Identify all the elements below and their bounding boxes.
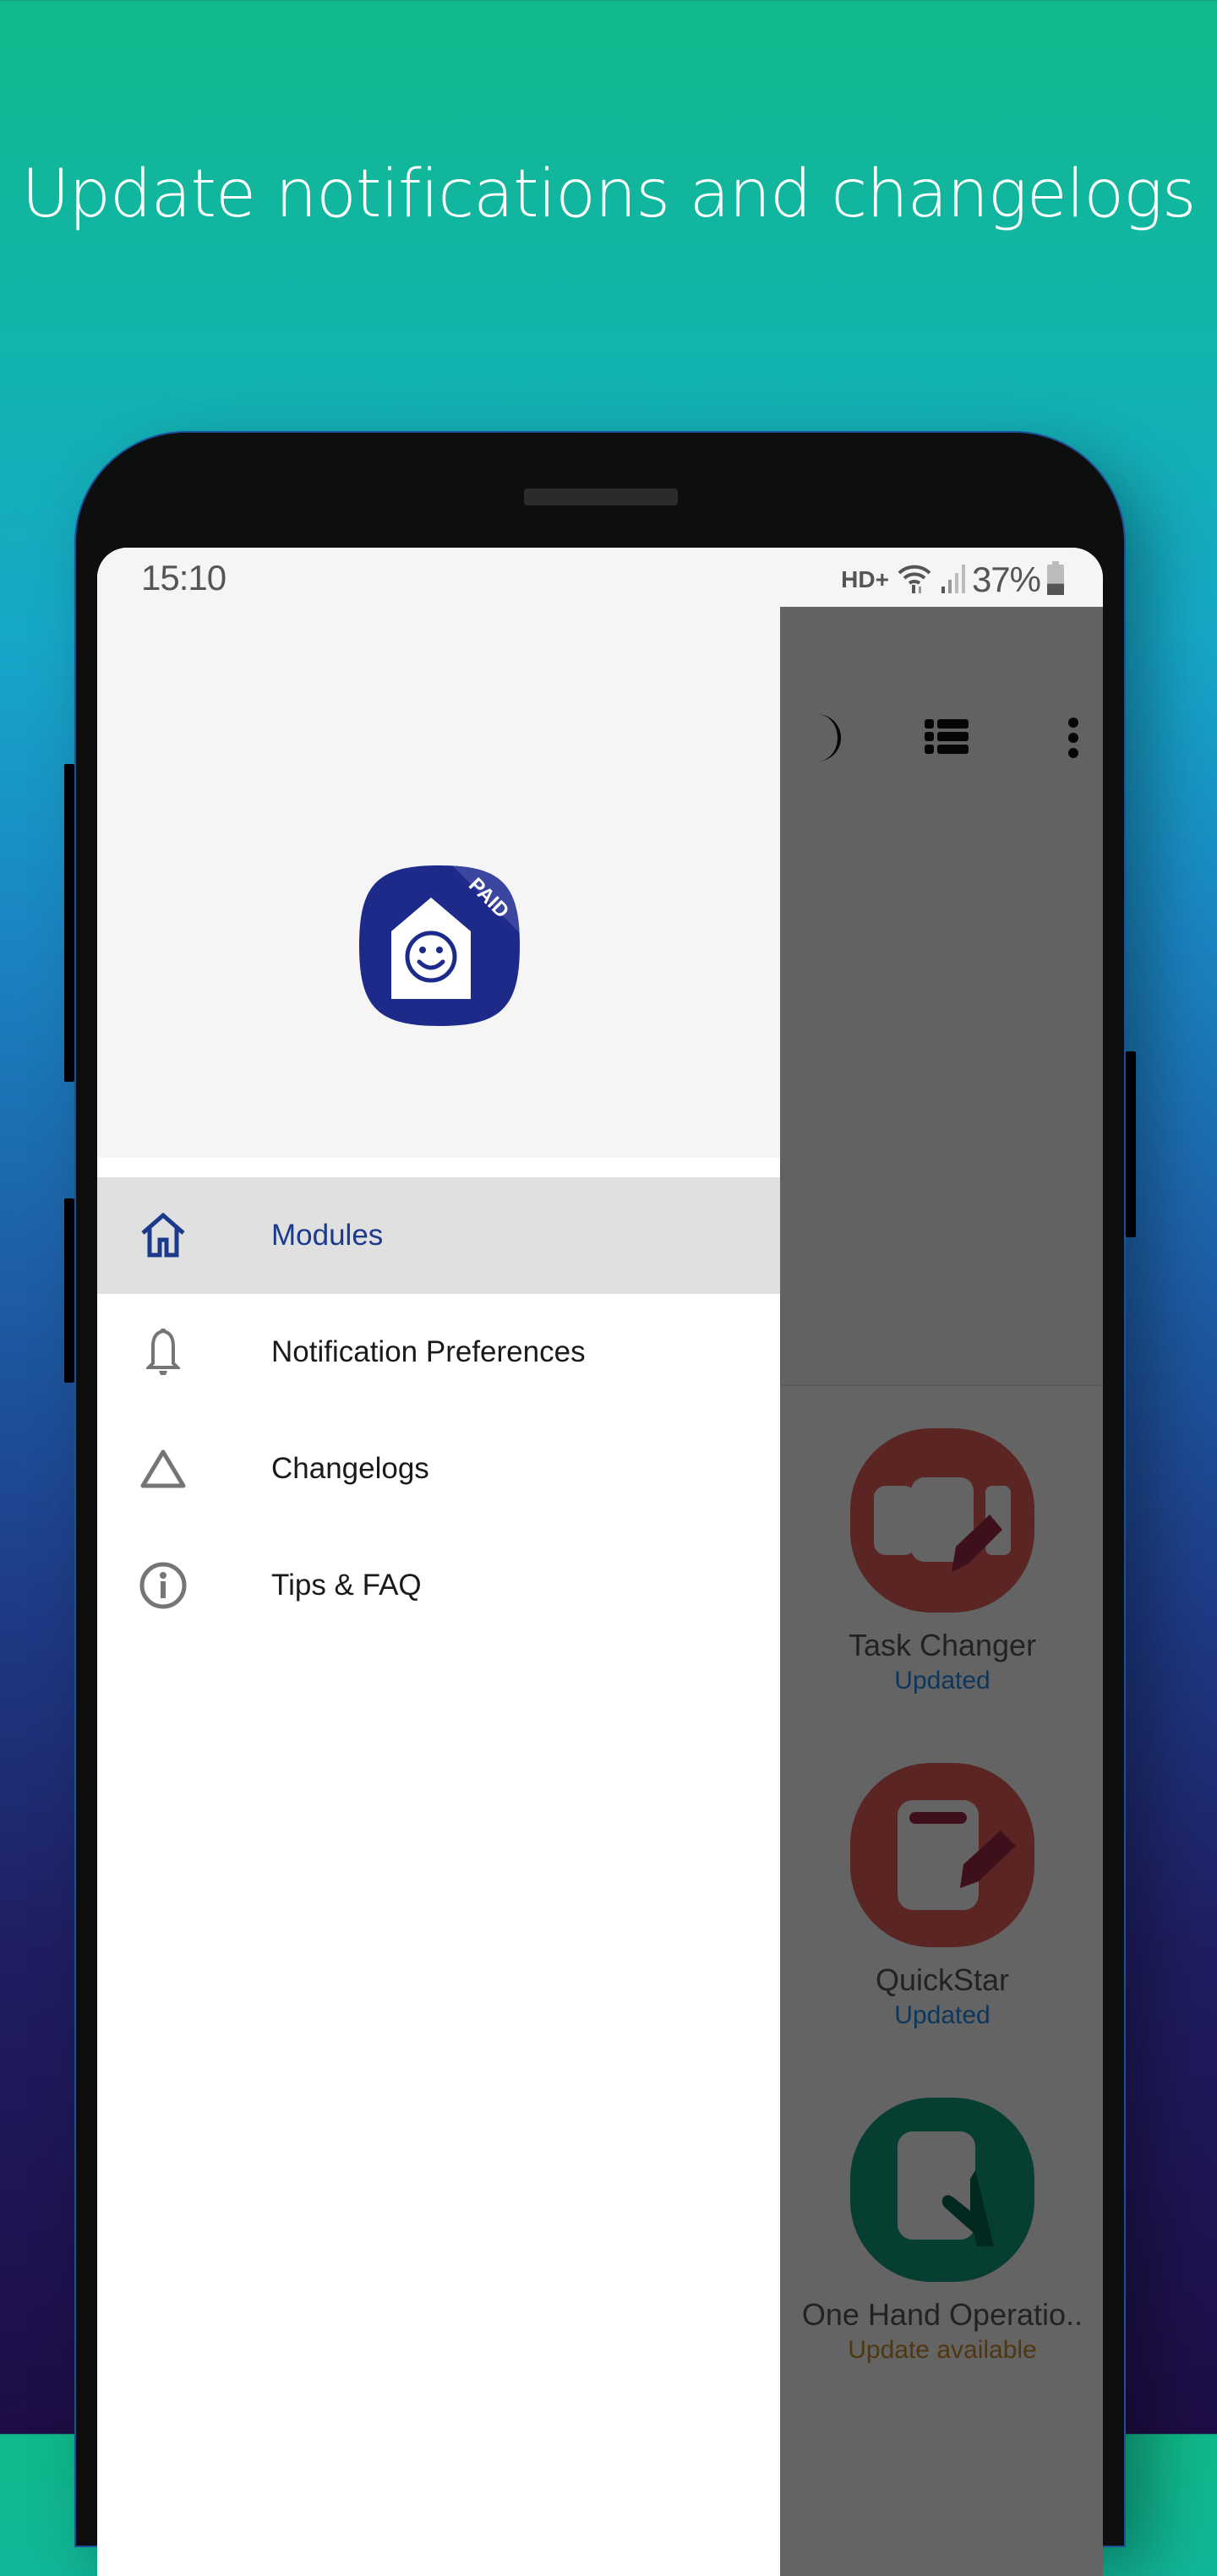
- battery-icon: [1047, 560, 1064, 599]
- phone-screen: Task Changer Updated QuickStar Updated: [97, 548, 1103, 2576]
- phone-speaker: [524, 488, 678, 505]
- drawer-item-label: Notification Preferences: [271, 1335, 586, 1368]
- drawer-item-label: Tips & FAQ: [271, 1569, 422, 1602]
- bell-icon: [138, 1327, 188, 1378]
- app-logo: PAID: [357, 864, 521, 1028]
- status-bar: 15:10 HD+ 37%: [97, 548, 1103, 607]
- headline: Update notifications and changelogs: [21, 156, 1196, 232]
- battery-percent: 37%: [971, 559, 1041, 599]
- drawer-item-notification-preferences[interactable]: Notification Preferences: [97, 1294, 780, 1411]
- status-icons: HD+ 37%: [841, 559, 1064, 600]
- drawer-item-tips-faq[interactable]: Tips & FAQ: [97, 1527, 780, 1644]
- wifi-icon: [896, 561, 933, 599]
- drawer-item-modules[interactable]: Modules: [97, 1177, 780, 1294]
- phone-volume-up-button: [64, 764, 74, 1082]
- home-icon: [138, 1210, 188, 1261]
- status-time: 15:10: [141, 558, 226, 598]
- network-type-label: HD+: [841, 566, 889, 592]
- drawer-header: PAID: [97, 548, 780, 1158]
- drawer-item-label: Changelogs: [271, 1452, 429, 1485]
- triangle-icon: [138, 1444, 188, 1494]
- drawer-menu: Modules Notification Preferences Changel…: [97, 1177, 780, 1644]
- signal-icon: [940, 563, 965, 598]
- phone-frame: Task Changer Updated QuickStar Updated: [76, 433, 1124, 2576]
- phone-volume-down-button: [64, 1198, 74, 1383]
- drawer-item-changelogs[interactable]: Changelogs: [97, 1411, 780, 1527]
- navigation-drawer: PAID Modules Notification Preferences Ch…: [97, 548, 780, 2576]
- phone-power-button: [1126, 1051, 1136, 1237]
- info-icon: [138, 1560, 188, 1611]
- drawer-item-label: Modules: [271, 1219, 384, 1252]
